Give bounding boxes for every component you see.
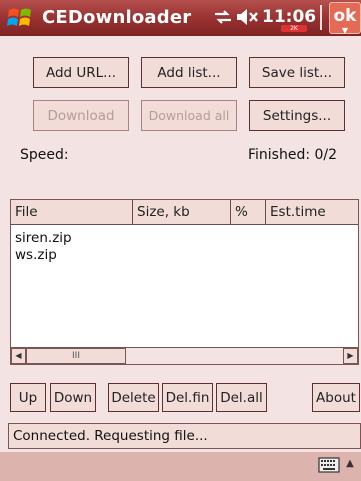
finished-label: Finished: 0/2 bbox=[248, 147, 338, 163]
about-button[interactable]: About bbox=[312, 383, 360, 412]
del-fin-button[interactable]: Del.fin bbox=[162, 383, 213, 412]
download-button[interactable]: Download bbox=[33, 100, 129, 131]
menu-bar bbox=[0, 452, 361, 481]
add-url-button[interactable]: Add URL... bbox=[33, 57, 129, 88]
del-all-button[interactable]: Del.all bbox=[216, 383, 267, 412]
speed-label: Speed: bbox=[20, 147, 69, 163]
connectivity-icon[interactable] bbox=[213, 7, 233, 27]
ok-button[interactable]: ok ▼ bbox=[329, 2, 361, 35]
chevron-up-icon[interactable]: ▲ bbox=[343, 455, 357, 473]
scroll-right-icon[interactable]: ▶ bbox=[343, 348, 358, 364]
title-divider bbox=[320, 5, 322, 30]
download-all-button[interactable]: Download all bbox=[141, 100, 237, 131]
list-item[interactable]: siren.zip bbox=[15, 230, 72, 246]
scroll-left-icon[interactable]: ◀ bbox=[11, 348, 26, 364]
volume-icon[interactable] bbox=[235, 6, 261, 28]
column-header-percent[interactable]: % bbox=[231, 200, 266, 225]
column-header-size[interactable]: Size, kb bbox=[133, 200, 231, 225]
save-list-button[interactable]: Save list... bbox=[249, 57, 345, 88]
chevron-down-icon: ▼ bbox=[341, 26, 349, 35]
ok-label: ok bbox=[333, 6, 357, 26]
horizontal-scrollbar[interactable]: ◀ III ▶ bbox=[11, 347, 358, 364]
list-header: File Size, kb % Est.time bbox=[11, 200, 358, 225]
up-button[interactable]: Up bbox=[10, 383, 46, 412]
column-header-file[interactable]: File bbox=[11, 200, 133, 225]
column-header-est-time[interactable]: Est.time bbox=[266, 200, 358, 225]
settings-button[interactable]: Settings... bbox=[249, 100, 345, 131]
windows-logo-icon[interactable] bbox=[6, 4, 36, 32]
status-bar: Connected. Requesting file... bbox=[8, 423, 361, 449]
clock-badge: 2K bbox=[281, 25, 307, 32]
add-list-button[interactable]: Add list... bbox=[141, 57, 237, 88]
download-list[interactable]: File Size, kb % Est.time siren.zip ws.zi… bbox=[10, 199, 359, 365]
app-title: CEDownloader bbox=[42, 7, 192, 28]
clock[interactable]: 11:06 bbox=[262, 7, 316, 27]
list-item[interactable]: ws.zip bbox=[15, 247, 57, 263]
scroll-thumb[interactable]: III bbox=[26, 348, 126, 364]
keyboard-icon[interactable] bbox=[318, 456, 340, 474]
delete-button[interactable]: Delete bbox=[108, 383, 159, 412]
down-button[interactable]: Down bbox=[50, 383, 96, 412]
